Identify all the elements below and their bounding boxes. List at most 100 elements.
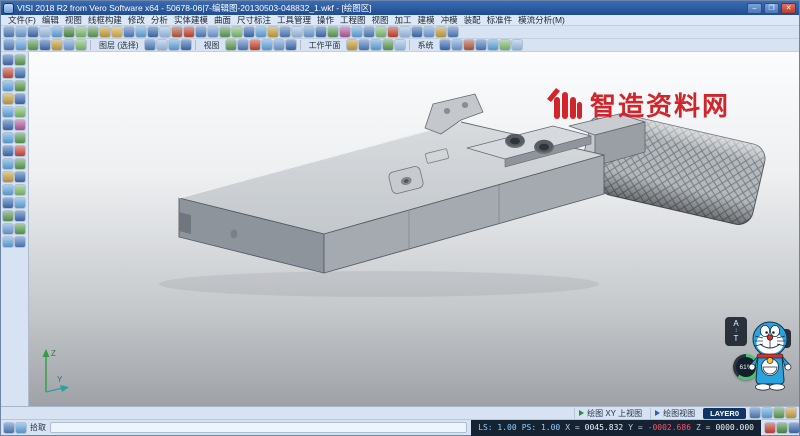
toolbar-icon[interactable] bbox=[268, 27, 278, 37]
toolbar-icon[interactable] bbox=[172, 27, 182, 37]
maximize-button[interactable]: ❐ bbox=[764, 3, 779, 14]
toolbar-icon[interactable] bbox=[395, 40, 405, 50]
toolbar-icon[interactable] bbox=[148, 27, 158, 37]
toolbar-icon[interactable] bbox=[160, 27, 170, 37]
toolbar-icon[interactable] bbox=[64, 27, 74, 37]
sidebar-icon[interactable] bbox=[3, 198, 13, 208]
command-input[interactable] bbox=[50, 422, 467, 433]
toolbar-icon[interactable] bbox=[52, 27, 62, 37]
sidebar-icon[interactable] bbox=[15, 224, 25, 234]
menu-item[interactable]: 视图 bbox=[62, 14, 85, 26]
cad-model-part[interactable] bbox=[159, 94, 768, 297]
menu-item[interactable]: 操作 bbox=[314, 14, 337, 26]
viewport[interactable]: 智造资料网 Z Y A ↕ T 61% bbox=[29, 52, 799, 406]
sidebar-icon[interactable] bbox=[3, 107, 13, 117]
toolbar-icon[interactable] bbox=[383, 40, 393, 50]
toolbar-icon[interactable] bbox=[169, 40, 179, 50]
sidebar-icon[interactable] bbox=[3, 94, 13, 104]
menu-item[interactable]: 线框构建 bbox=[85, 14, 125, 26]
menu-item[interactable]: 曲面 bbox=[211, 14, 234, 26]
menu-item[interactable]: 建模 bbox=[415, 14, 438, 26]
toolbar-icon[interactable] bbox=[347, 40, 357, 50]
toolbar-icon[interactable] bbox=[316, 27, 326, 37]
sidebar-icon[interactable] bbox=[15, 81, 25, 91]
sidebar-icon[interactable] bbox=[15, 107, 25, 117]
toolbar-icon[interactable] bbox=[16, 40, 26, 50]
sidebar-icon[interactable] bbox=[15, 172, 25, 182]
toolbar-icon[interactable] bbox=[436, 27, 446, 37]
sidebar-icon[interactable] bbox=[3, 159, 13, 169]
menu-item[interactable]: 分析 bbox=[148, 14, 171, 26]
toolbar-icon[interactable] bbox=[388, 27, 398, 37]
status-icon[interactable] bbox=[4, 423, 14, 433]
toolbar-icon[interactable] bbox=[488, 40, 498, 50]
toolbar-icon[interactable] bbox=[292, 27, 302, 37]
sidebar-icon[interactable] bbox=[3, 224, 13, 234]
sidebar-icon[interactable] bbox=[15, 94, 25, 104]
status-icon[interactable] bbox=[16, 423, 26, 433]
toolbar-icon[interactable] bbox=[256, 27, 266, 37]
toolbar-icon[interactable] bbox=[112, 27, 122, 37]
toolbar-icon[interactable] bbox=[512, 40, 522, 50]
toolbar-icon[interactable] bbox=[157, 40, 167, 50]
menu-item[interactable]: 工具管理 bbox=[274, 14, 314, 26]
toolbar-icon[interactable] bbox=[286, 40, 296, 50]
status-icon[interactable] bbox=[789, 423, 799, 433]
toolbar-icon[interactable] bbox=[452, 40, 462, 50]
toolbar-icon[interactable] bbox=[28, 40, 38, 50]
toolbar-icon[interactable] bbox=[359, 40, 369, 50]
status-icon[interactable] bbox=[777, 423, 787, 433]
toolbar-icon[interactable] bbox=[364, 27, 374, 37]
toolbar-icon[interactable] bbox=[40, 40, 50, 50]
sidebar-icon[interactable] bbox=[3, 146, 13, 156]
toolbar-icon[interactable] bbox=[352, 27, 362, 37]
menu-item[interactable]: 装配 bbox=[461, 14, 484, 26]
toolbar-icon[interactable] bbox=[28, 27, 38, 37]
toolbar-icon[interactable] bbox=[412, 27, 422, 37]
toolbar-icon[interactable] bbox=[440, 40, 450, 50]
menu-item[interactable]: 标准件 bbox=[484, 14, 516, 26]
toolbar-icon[interactable] bbox=[250, 40, 260, 50]
workplane-indicator[interactable]: 绘图 XY 上视图 bbox=[574, 408, 646, 419]
toolbar-icon[interactable] bbox=[16, 27, 26, 37]
status-icon[interactable] bbox=[762, 408, 772, 418]
sidebar-icon[interactable] bbox=[15, 120, 25, 130]
sidebar-icon[interactable] bbox=[15, 133, 25, 143]
sidebar-icon[interactable] bbox=[15, 237, 25, 247]
toolbar-icon[interactable] bbox=[145, 40, 155, 50]
status-icon[interactable] bbox=[786, 408, 796, 418]
status-icon[interactable] bbox=[774, 408, 784, 418]
toolbar-icon[interactable] bbox=[181, 40, 191, 50]
toolbar-icon[interactable] bbox=[400, 27, 410, 37]
toolbar-icon[interactable] bbox=[76, 40, 86, 50]
sidebar-icon[interactable] bbox=[15, 198, 25, 208]
sidebar-icon[interactable] bbox=[3, 120, 13, 130]
status-icon[interactable] bbox=[765, 423, 775, 433]
sidebar-icon[interactable] bbox=[15, 68, 25, 78]
toolbar-icon[interactable] bbox=[196, 27, 206, 37]
toolbar-icon[interactable] bbox=[500, 40, 510, 50]
toolbar-icon[interactable] bbox=[40, 27, 50, 37]
sidebar-icon[interactable] bbox=[15, 185, 25, 195]
close-button[interactable]: ✕ bbox=[781, 3, 796, 14]
menu-item[interactable]: 加工 bbox=[392, 14, 415, 26]
sidebar-icon[interactable] bbox=[3, 172, 13, 182]
sidebar-icon[interactable] bbox=[3, 237, 13, 247]
toolbar-icon[interactable] bbox=[136, 27, 146, 37]
sidebar-icon[interactable] bbox=[3, 211, 13, 221]
toolbar-icon[interactable] bbox=[238, 40, 248, 50]
toolbar-icon[interactable] bbox=[4, 40, 14, 50]
toolbar-icon[interactable] bbox=[376, 27, 386, 37]
menu-item[interactable]: 文件(F) bbox=[5, 14, 39, 26]
toolbar-icon[interactable] bbox=[100, 27, 110, 37]
menu-item[interactable]: 视图 bbox=[369, 14, 392, 26]
menu-item[interactable]: 冲模 bbox=[438, 14, 461, 26]
toolbar-icon[interactable] bbox=[52, 40, 62, 50]
view-indicator[interactable]: 绘图视图 bbox=[650, 408, 699, 419]
sidebar-icon[interactable] bbox=[15, 146, 25, 156]
sidebar-icon[interactable] bbox=[3, 133, 13, 143]
toolbar-icon[interactable] bbox=[280, 27, 290, 37]
menu-item[interactable]: 实体建模 bbox=[171, 14, 211, 26]
toolbar-icon[interactable] bbox=[76, 27, 86, 37]
toolbar-icon[interactable] bbox=[476, 40, 486, 50]
